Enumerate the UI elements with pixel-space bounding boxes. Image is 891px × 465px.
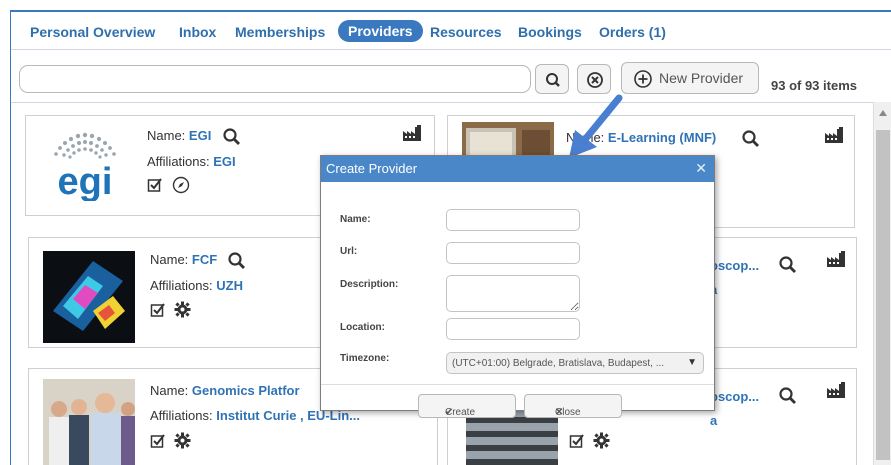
search-button[interactable] bbox=[535, 64, 569, 94]
gear-icon[interactable] bbox=[593, 432, 610, 449]
location-label: Location: bbox=[340, 322, 385, 333]
tab-providers[interactable]: Providers bbox=[338, 20, 423, 42]
edit-checkbox-icon[interactable] bbox=[569, 433, 585, 449]
card-name-row: Name: Genomics Platfor bbox=[150, 383, 300, 398]
affiliations-label: Affiliations: bbox=[150, 408, 213, 423]
close-label: Close bbox=[555, 407, 581, 418]
factory-icon bbox=[827, 251, 845, 267]
create-button[interactable]: ✔ Create bbox=[418, 394, 516, 418]
new-provider-button[interactable]: New Provider bbox=[621, 62, 759, 94]
dialog-footer bbox=[321, 384, 714, 410]
main-nav: Personal Overview Inbox Memberships Prov… bbox=[11, 12, 891, 50]
timezone-select[interactable]: (UTC+01:00) Belgrade, Bratislava, Budape… bbox=[446, 352, 704, 374]
name-label: Name: bbox=[150, 252, 189, 267]
tab-personal-overview[interactable]: Personal Overview bbox=[30, 24, 155, 40]
search-icon bbox=[546, 73, 560, 87]
timezone-label: Timezone: bbox=[340, 353, 390, 364]
search-icon[interactable] bbox=[227, 251, 247, 271]
name-label: Name: bbox=[150, 383, 189, 398]
chevron-down-icon: ▼ bbox=[687, 357, 697, 368]
gear-icon[interactable] bbox=[174, 432, 191, 449]
search-icon[interactable] bbox=[222, 127, 242, 147]
team-photo bbox=[43, 379, 135, 465]
card-affiliations-row: Affiliations: UZH bbox=[150, 278, 243, 293]
close-icon[interactable]: ✕ bbox=[695, 160, 707, 177]
url-label: Url: bbox=[340, 246, 358, 257]
egi-logo: egi bbox=[54, 132, 116, 201]
card-name-row: Name: EGI bbox=[147, 128, 211, 143]
name-label: Name: bbox=[340, 214, 371, 225]
timezone-value: (UTC+01:00) Belgrade, Bratislava, Budape… bbox=[452, 358, 665, 369]
affiliation-link[interactable]: EGI bbox=[213, 154, 235, 169]
description-field[interactable] bbox=[446, 275, 580, 312]
url-field[interactable] bbox=[446, 242, 580, 264]
affiliations-label: Affiliations: bbox=[147, 154, 210, 169]
location-field[interactable] bbox=[446, 318, 580, 340]
provider-name-link[interactable]: oscop... bbox=[710, 258, 759, 273]
provider-name-link[interactable]: FCF bbox=[192, 252, 217, 267]
edit-checkbox-icon[interactable] bbox=[150, 433, 166, 449]
name-label: Name: bbox=[147, 128, 186, 143]
egi-logo-text: egi bbox=[58, 161, 113, 201]
clear-search-button[interactable] bbox=[577, 64, 611, 94]
scroll-up-arrow-icon[interactable] bbox=[879, 110, 887, 116]
provider-name-link[interactable]: Genomics Platfor bbox=[192, 383, 300, 398]
affiliation-link[interactable]: a bbox=[710, 413, 717, 428]
provider-name-link[interactable]: EGI bbox=[189, 128, 211, 143]
name-field[interactable] bbox=[446, 209, 580, 231]
clear-icon bbox=[587, 72, 603, 88]
search-icon[interactable] bbox=[778, 386, 798, 406]
create-label: Create bbox=[445, 407, 476, 418]
edit-checkbox-icon[interactable] bbox=[147, 177, 163, 193]
search-icon[interactable] bbox=[778, 255, 798, 275]
dialog-title: Create Provider bbox=[326, 161, 418, 176]
description-label: Description: bbox=[340, 279, 399, 290]
card-affiliations-row: Affiliations: EGI bbox=[147, 154, 236, 169]
vertical-scrollbar[interactable] bbox=[873, 102, 891, 465]
factory-icon bbox=[827, 382, 845, 398]
tab-orders[interactable]: Orders (1) bbox=[599, 24, 666, 40]
affiliations-label: Affiliations: bbox=[150, 278, 213, 293]
edit-checkbox-icon[interactable] bbox=[150, 302, 166, 318]
tab-inbox[interactable]: Inbox bbox=[179, 24, 216, 40]
search-input[interactable] bbox=[19, 65, 531, 93]
create-provider-dialog: Create Provider ✕ Name: Url: Description… bbox=[320, 155, 715, 418]
factory-icon bbox=[403, 125, 421, 141]
plus-circle-icon bbox=[634, 70, 652, 88]
factory-icon bbox=[825, 127, 843, 143]
tab-memberships[interactable]: Memberships bbox=[235, 24, 325, 40]
app-frame: Personal Overview Inbox Memberships Prov… bbox=[10, 10, 891, 465]
tab-resources[interactable]: Resources bbox=[430, 24, 502, 40]
card-name-row: Name: FCF bbox=[150, 252, 217, 267]
gear-icon[interactable] bbox=[174, 301, 191, 318]
tab-bookings[interactable]: Bookings bbox=[518, 24, 582, 40]
close-button[interactable]: ✕ Close bbox=[524, 394, 622, 418]
compass-icon[interactable] bbox=[172, 176, 190, 194]
items-count: 93 of 93 items bbox=[771, 78, 857, 93]
provider-name-link[interactable]: oscop... bbox=[710, 389, 759, 404]
fcf-photo bbox=[43, 251, 135, 343]
scrollbar-thumb[interactable] bbox=[876, 130, 890, 460]
affiliation-link[interactable]: UZH bbox=[216, 278, 243, 293]
new-provider-label: New Provider bbox=[659, 70, 744, 86]
dialog-header: Create Provider ✕ bbox=[321, 156, 714, 182]
search-icon[interactable] bbox=[741, 129, 761, 149]
